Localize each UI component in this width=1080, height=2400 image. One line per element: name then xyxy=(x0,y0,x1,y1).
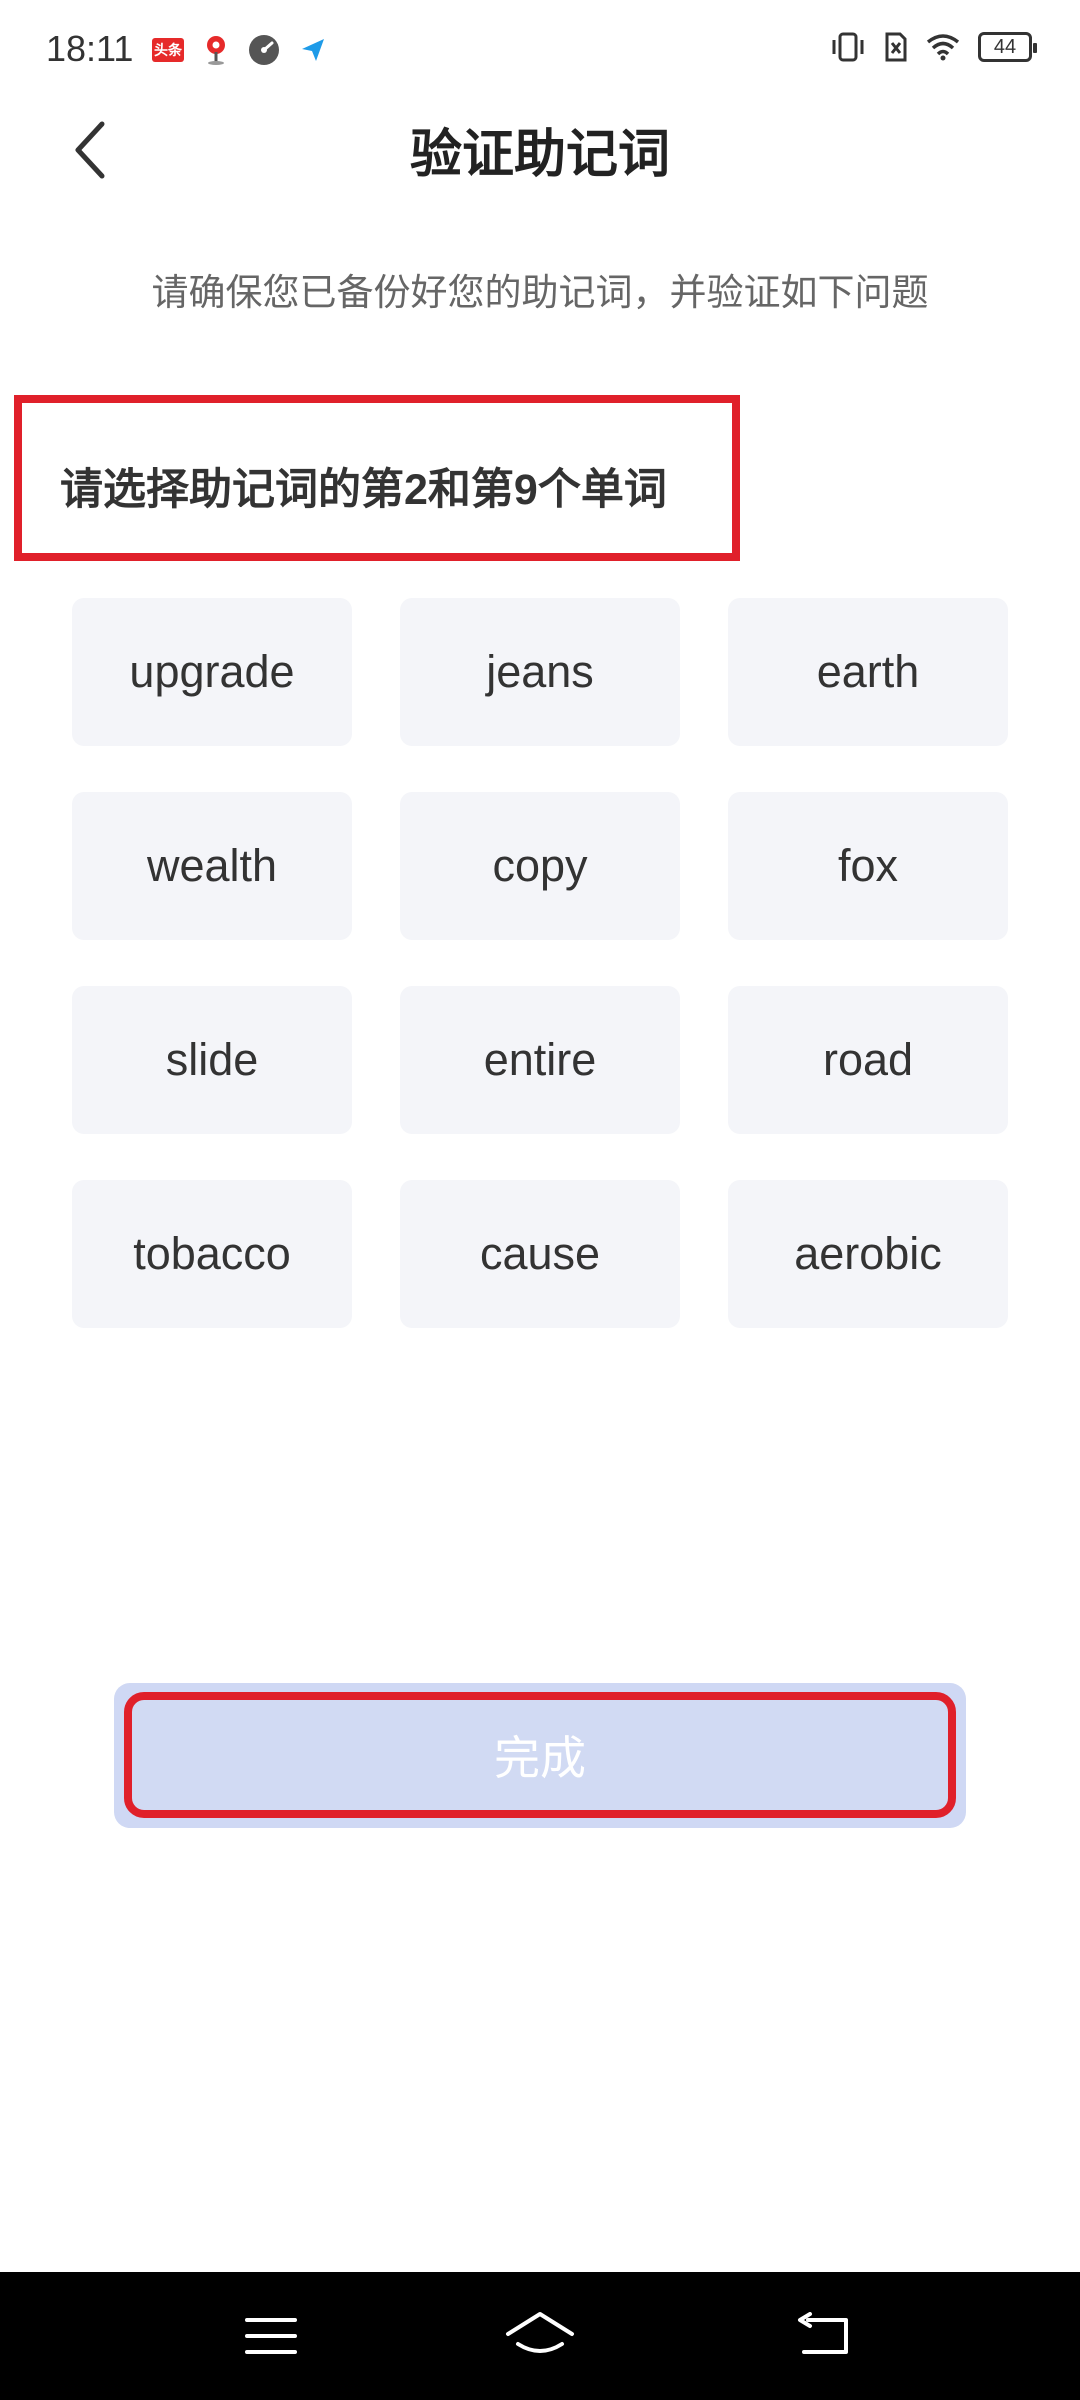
back-arrow-icon xyxy=(798,2312,848,2354)
send-icon xyxy=(302,39,324,61)
mnemonic-word-grid: upgrade jeans earth wealth copy fox slid… xyxy=(72,598,1008,1328)
home-icon xyxy=(506,2312,574,2353)
notification-icons: 头条 xyxy=(152,34,326,66)
wifi-icon xyxy=(926,34,960,61)
word-chip[interactable]: tobacco xyxy=(72,1180,352,1328)
menu-icon xyxy=(245,2318,297,2354)
vibrate-icon xyxy=(832,32,864,62)
word-chip[interactable]: entire xyxy=(400,986,680,1134)
nav-back-button[interactable] xyxy=(774,2292,874,2380)
word-chip[interactable]: copy xyxy=(400,792,680,940)
word-chip[interactable]: jeans xyxy=(400,598,680,746)
page-title: 验证助记词 xyxy=(409,126,670,184)
question-highlight-box: 请选择助记词的第2和第9个单词 xyxy=(14,395,740,561)
word-chip[interactable]: aerobic xyxy=(728,1180,1008,1328)
speedometer-icon xyxy=(249,35,279,65)
word-chip[interactable]: cause xyxy=(400,1180,680,1328)
system-icons: 44 xyxy=(830,32,1037,62)
toutiao-icon: 头条 xyxy=(152,38,184,62)
sim-off-icon xyxy=(885,32,907,62)
system-nav-bar xyxy=(0,2272,1080,2400)
word-chip[interactable]: fox xyxy=(728,792,1008,940)
done-button[interactable]: 完成 xyxy=(124,1692,956,1818)
question-text: 请选择助记词的第2和第9个单词 xyxy=(60,466,667,514)
nav-home-button[interactable] xyxy=(490,2292,590,2380)
location-pin-icon xyxy=(207,36,225,65)
status-time: 18:11 xyxy=(46,28,134,69)
word-chip[interactable]: slide xyxy=(72,986,352,1134)
status-bar: 18:11 头条 44 xyxy=(0,0,1080,100)
word-chip[interactable]: wealth xyxy=(72,792,352,940)
word-chip[interactable]: earth xyxy=(728,598,1008,746)
nav-menu-button[interactable] xyxy=(221,2292,321,2380)
instruction-subtitle: 请确保您已备份好您的助记词，并验证如下问题 xyxy=(151,272,929,313)
word-chip[interactable]: upgrade xyxy=(72,598,352,746)
word-chip[interactable]: road xyxy=(728,986,1008,1134)
battery-icon: 44 xyxy=(978,32,1037,62)
